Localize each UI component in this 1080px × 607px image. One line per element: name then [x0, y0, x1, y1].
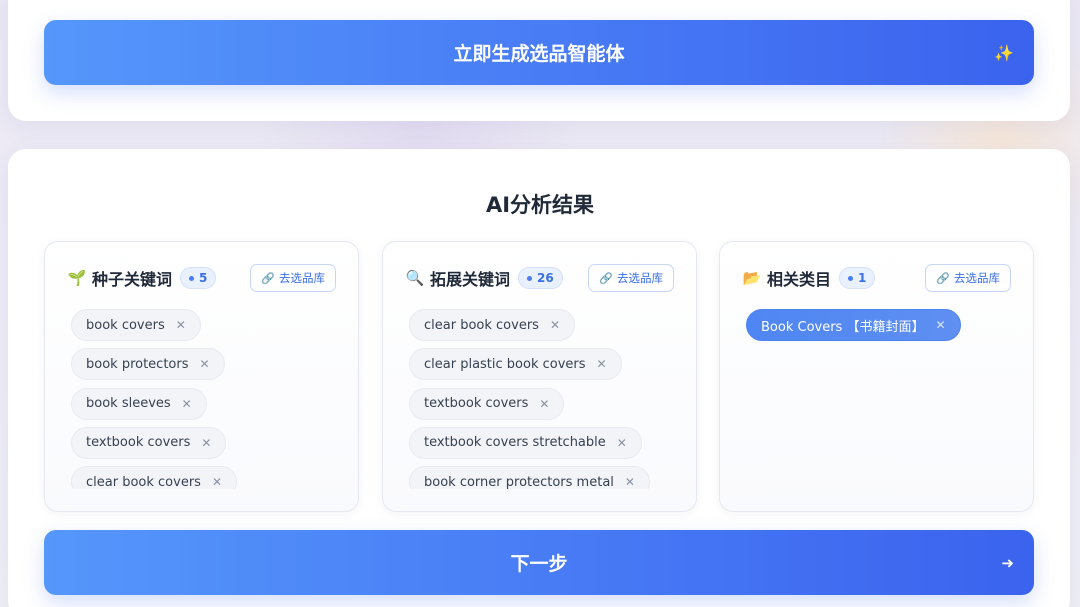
keyword-tag[interactable]: textbook covers ✕ [409, 387, 565, 420]
tag-label: clear book covers [424, 317, 539, 333]
remove-icon[interactable]: ✕ [201, 436, 211, 450]
category-tag[interactable]: Book Covers 【书籍封面】 ✕ [746, 309, 961, 341]
card-title: 种子关键词 [92, 270, 173, 289]
remove-icon[interactable]: ✕ [539, 397, 549, 411]
keyword-tag[interactable]: textbook covers stretchable ✕ [409, 426, 642, 459]
tag-label: textbook covers [86, 435, 191, 451]
seed-tag-list[interactable]: book covers ✕ book protectors ✕ book sleev… [71, 309, 348, 489]
card-header: 🌱 种子关键词 5 🔗 去选品库 [67, 264, 336, 292]
dot-icon [527, 275, 533, 281]
library-button-label: 去选品库 [617, 271, 663, 285]
magnifier-icon: 🔍 [405, 269, 425, 287]
related-categories-card: 📂 相关类目 1 🔗 去选品库 Book Covers 【书籍封面】 ✕ [719, 241, 1034, 512]
card-title: 拓展关键词 [430, 270, 511, 289]
folder-icon: 📂 [742, 269, 762, 287]
card-header: 🔍 拓展关键词 26 🔗 去选品库 [405, 264, 674, 292]
remove-icon[interactable]: ✕ [550, 318, 560, 332]
keyword-tag[interactable]: clear book covers ✕ [409, 309, 575, 341]
remove-icon[interactable]: ✕ [182, 397, 192, 411]
seedling-icon: 🌱 [67, 269, 87, 287]
library-button-label: 去选品库 [279, 271, 325, 285]
keyword-tag[interactable]: clear plastic book covers ✕ [409, 348, 622, 381]
count-value: 5 [199, 271, 208, 285]
tag-label: book protectors [86, 356, 189, 372]
dot-icon [189, 275, 195, 281]
link-icon: 🔗 [261, 271, 275, 285]
go-to-library-button[interactable]: 🔗 去选品库 [588, 264, 674, 292]
next-button-label: 下一步 [510, 553, 568, 575]
expanded-keywords-card: 🔍 拓展关键词 26 🔗 去选品库 clear book covers ✕ cle… [382, 241, 697, 512]
link-icon: 🔗 [599, 271, 613, 285]
keyword-tag[interactable]: textbook covers ✕ [71, 426, 227, 459]
expanded-tag-list[interactable]: clear book covers ✕ clear plastic book co… [409, 309, 686, 489]
category-tag-list[interactable]: Book Covers 【书籍封面】 ✕ [746, 309, 1023, 489]
remove-icon[interactable]: ✕ [176, 318, 186, 332]
keyword-tag[interactable]: book corner protectors metal ✕ [409, 466, 650, 489]
dot-icon [848, 275, 854, 281]
go-to-library-button[interactable]: 🔗 去选品库 [925, 264, 1011, 292]
tag-label: book corner protectors metal [424, 474, 614, 489]
card-header: 📂 相关类目 1 🔗 去选品库 [742, 264, 1011, 292]
next-step-button[interactable]: 下一步 ➜ [44, 530, 1034, 595]
keyword-tag[interactable]: book sleeves ✕ [71, 387, 207, 420]
remove-icon[interactable]: ✕ [200, 357, 210, 371]
tag-label: textbook covers stretchable [424, 435, 606, 451]
count-badge: 1 [839, 267, 876, 289]
seed-keywords-card: 🌱 种子关键词 5 🔗 去选品库 book covers ✕ book prote… [44, 241, 359, 512]
generate-agent-button[interactable]: 立即生成选品智能体 ✨ [44, 20, 1034, 85]
remove-icon[interactable]: ✕ [212, 475, 222, 489]
remove-icon[interactable]: ✕ [617, 436, 627, 450]
keyword-tag[interactable]: book covers ✕ [71, 309, 201, 341]
arrow-right-icon: ➜ [1001, 553, 1014, 572]
tag-label: book covers [86, 317, 165, 333]
remove-icon[interactable]: ✕ [935, 318, 945, 332]
card-title: 相关类目 [767, 270, 832, 289]
tag-label: Book Covers 【书籍封面】 [761, 319, 925, 335]
tag-label: clear book covers [86, 474, 201, 489]
count-badge: 26 [518, 267, 563, 289]
link-icon: 🔗 [936, 271, 950, 285]
tag-label: book sleeves [86, 396, 171, 412]
results-title: AI分析结果 [485, 193, 595, 217]
go-to-library-button[interactable]: 🔗 去选品库 [250, 264, 336, 292]
remove-icon[interactable]: ✕ [597, 357, 607, 371]
keyword-tag[interactable]: clear book covers ✕ [71, 466, 237, 489]
keyword-tag[interactable]: book protectors ✕ [71, 348, 225, 381]
count-value: 1 [858, 271, 867, 285]
tag-label: textbook covers [424, 396, 529, 412]
remove-icon[interactable]: ✕ [625, 475, 635, 489]
tag-label: clear plastic book covers [424, 356, 586, 372]
count-badge: 5 [180, 267, 217, 289]
count-value: 26 [537, 271, 554, 285]
generate-button-label: 立即生成选品智能体 [453, 43, 625, 65]
library-button-label: 去选品库 [954, 271, 1000, 285]
sparkle-icon: ✨ [994, 43, 1014, 62]
